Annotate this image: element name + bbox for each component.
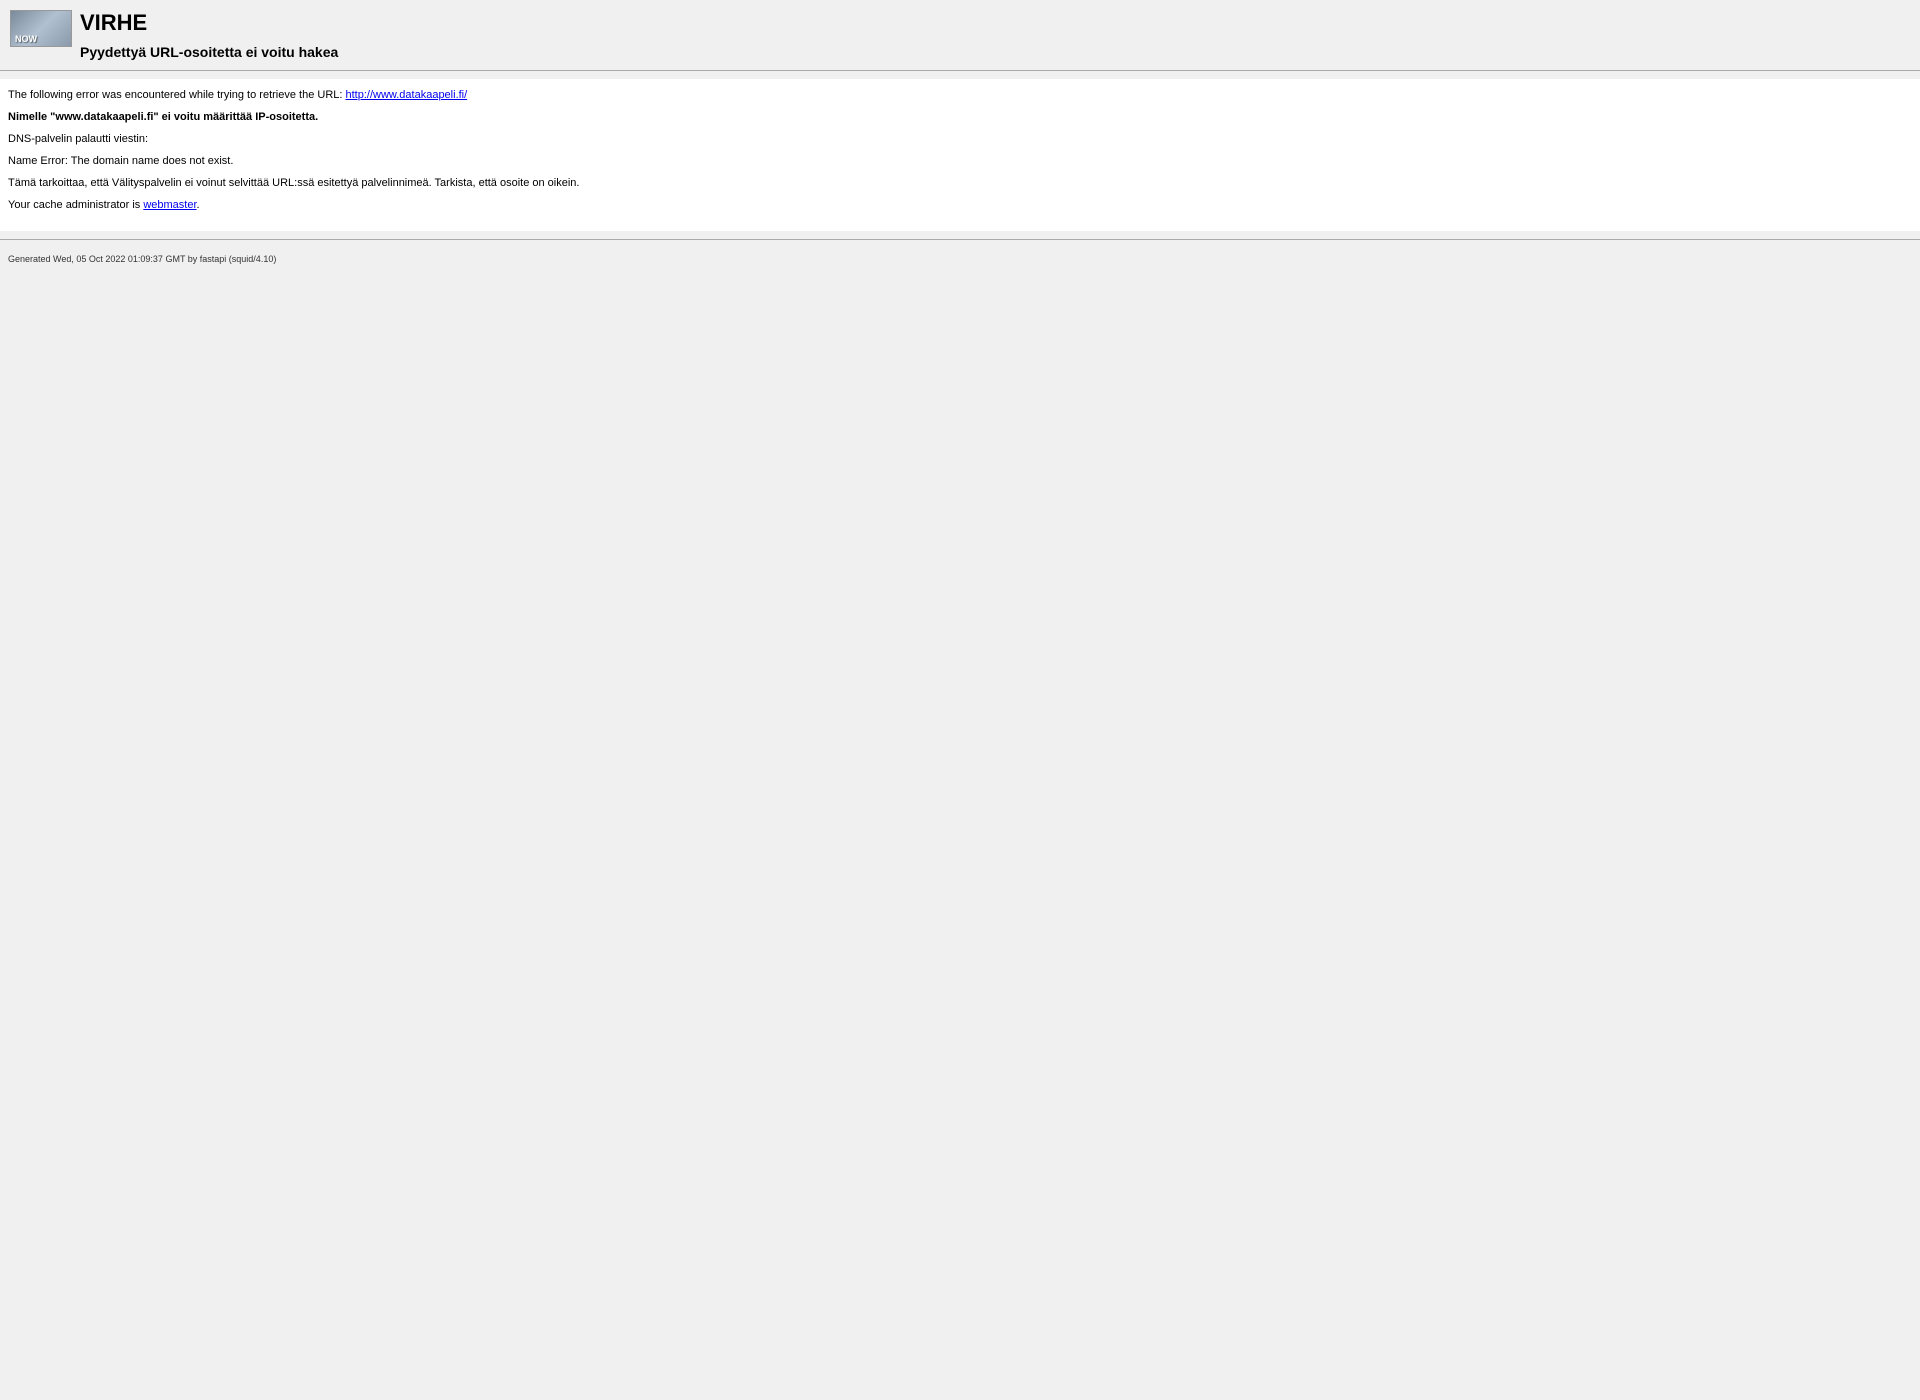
dns-label: DNS-palvelin palautti viestin: [8,133,1912,145]
admin-suffix: . [197,199,200,211]
content-area: The following error was encountered whil… [0,79,1920,231]
error-title: VIRHE [80,10,338,36]
divider-top [0,70,1920,71]
error-subtitle: Pyydettyä URL-osoitetta ei voitu hakea [80,44,338,60]
divider-bottom [0,239,1920,240]
intro-text: The following error was encountered whil… [8,89,346,101]
dns-message: Name Error: The domain name does not exi… [8,155,1912,167]
page-header: VIRHE Pyydettyä URL-osoitetta ei voitu h… [0,0,1920,70]
footer-area: Generated Wed, 05 Oct 2022 01:09:37 GMT … [0,248,1920,270]
generated-timestamp: Generated Wed, 05 Oct 2022 01:09:37 GMT … [8,254,276,264]
admin-paragraph: Your cache administrator is webmaster. [8,199,1912,211]
intro-paragraph: The following error was encountered whil… [8,89,1912,101]
header-text-block: VIRHE Pyydettyä URL-osoitetta ei voitu h… [80,10,338,60]
webmaster-link[interactable]: webmaster [143,199,196,211]
requested-url-link[interactable]: http://www.datakaapeli.fi/ [346,89,468,101]
error-message-bold: Nimelle "www.datakaapeli.fi" ei voitu mä… [8,111,1912,123]
admin-prefix: Your cache administrator is [8,199,143,211]
explanation-text: Tämä tarkoittaa, että Välityspalvelin ei… [8,177,1912,189]
squid-logo-icon [10,10,72,47]
